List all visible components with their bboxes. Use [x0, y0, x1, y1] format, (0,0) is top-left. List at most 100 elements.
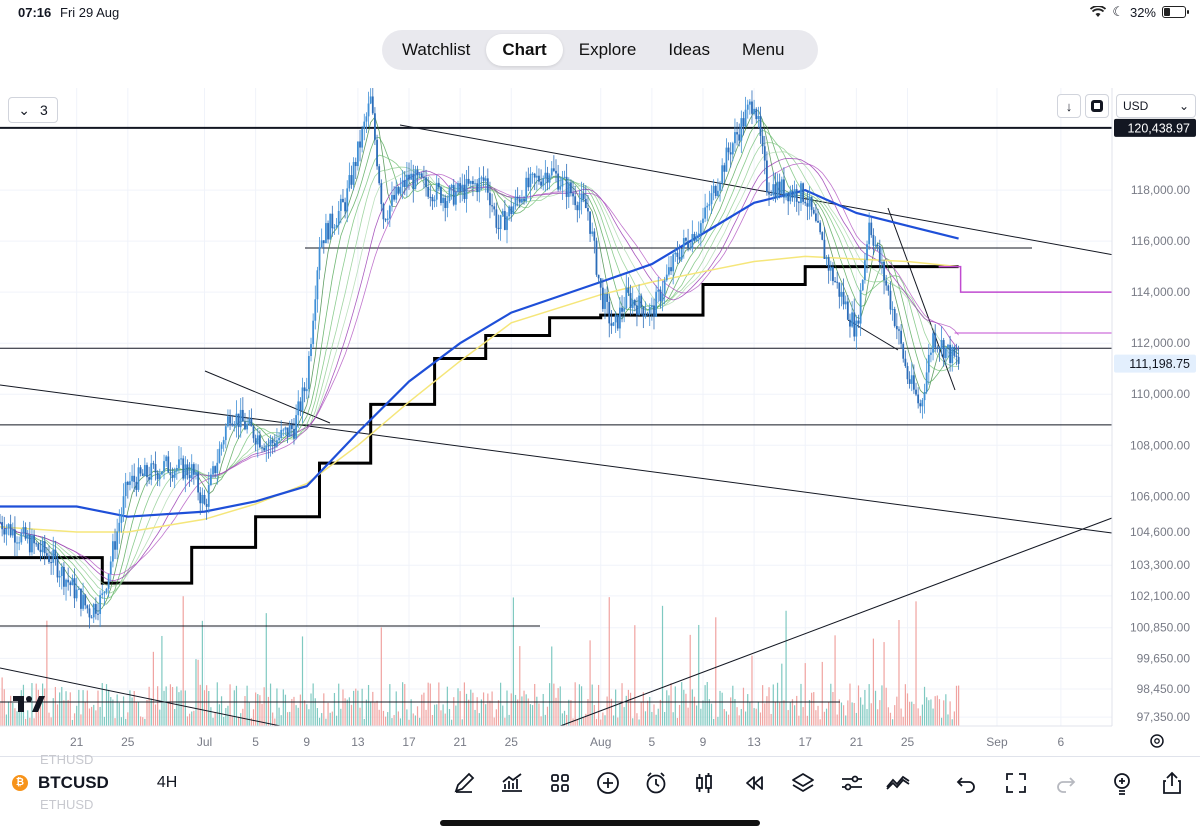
- candle: [75, 589, 78, 599]
- candle: [501, 211, 504, 216]
- candle: [734, 132, 736, 144]
- candle: [188, 475, 191, 479]
- volume-bar: [510, 693, 512, 726]
- candle: [616, 314, 619, 329]
- volume-bar: [293, 696, 295, 726]
- candle: [77, 588, 80, 590]
- price-tick-label: 98,450.00: [1137, 682, 1191, 696]
- candle: [817, 220, 819, 223]
- volume-bar: [289, 711, 291, 726]
- volume-bar: [267, 696, 270, 726]
- tab-chart[interactable]: Chart: [486, 34, 563, 66]
- tab-explore[interactable]: Explore: [563, 34, 653, 66]
- interval-selector[interactable]: 4H: [157, 774, 177, 792]
- volume-bar: [468, 699, 470, 726]
- candle: [851, 312, 854, 327]
- layout-grid-button[interactable]: [546, 769, 574, 797]
- add-circle-button[interactable]: [594, 769, 622, 797]
- volume-bar: [847, 700, 849, 726]
- indicators-button[interactable]: [498, 769, 526, 797]
- layers-button[interactable]: [789, 769, 817, 797]
- volume-bar: [248, 702, 250, 726]
- candle: [203, 494, 206, 504]
- redo-button[interactable]: [1052, 769, 1080, 797]
- undo-button[interactable]: [952, 769, 980, 797]
- compare-button[interactable]: [884, 769, 912, 797]
- alert-clock-button[interactable]: [642, 769, 670, 797]
- tab-ideas[interactable]: Ideas: [652, 34, 726, 66]
- candle: [478, 178, 481, 193]
- candle: [41, 541, 44, 553]
- currency-value: USD: [1123, 99, 1149, 113]
- volume-bar: [736, 707, 738, 726]
- candle: [384, 219, 387, 221]
- candle: [861, 279, 864, 291]
- trend-lines: [0, 124, 1126, 729]
- settings-sliders-icon: [842, 775, 862, 791]
- candle: [587, 208, 589, 212]
- volume-bar: [93, 704, 95, 726]
- auto-scale-button[interactable]: [1085, 94, 1109, 118]
- volume-bar: [50, 717, 52, 726]
- scroll-down-button[interactable]: ↓: [1057, 94, 1081, 118]
- candles-button[interactable]: [690, 769, 718, 797]
- volume-bar: [523, 690, 525, 726]
- candle: [608, 301, 611, 324]
- symbol-selector[interactable]: ₿ BTCUSD 4H: [12, 773, 177, 793]
- volume-bar: [655, 714, 657, 726]
- idea-bulb-button[interactable]: [1108, 769, 1136, 797]
- candle: [510, 206, 513, 215]
- candle: [925, 372, 928, 392]
- time-axis[interactable]: [0, 726, 1112, 756]
- candle: [150, 463, 153, 480]
- candle: [680, 248, 683, 260]
- chart-area[interactable]: 118,000.00 116,000.00 114,000.00 112,000.00…: [0, 88, 1200, 756]
- candle: [840, 291, 843, 297]
- price-tick-label: 100,850.00: [1130, 621, 1190, 635]
- candle: [708, 204, 711, 206]
- candle: [601, 287, 604, 309]
- candle: [416, 169, 419, 176]
- idea-bulb-icon: [1114, 773, 1130, 795]
- price-chart[interactable]: 118,000.00 116,000.00 114,000.00 112,000.00…: [0, 88, 1200, 756]
- volume-bar: [849, 683, 851, 726]
- candle: [625, 287, 628, 309]
- price-tick-label: 106,000.00: [1130, 489, 1190, 503]
- volume-bar: [540, 716, 542, 726]
- volume-bar: [393, 715, 395, 726]
- volume-bar: [188, 713, 191, 726]
- volume-bar: [668, 695, 670, 726]
- volume-bar: [872, 638, 875, 726]
- candle: [697, 233, 700, 237]
- candle: [552, 168, 555, 171]
- price-tick-label: 108,000.00: [1130, 438, 1190, 452]
- tab-watchlist[interactable]: Watchlist: [386, 34, 486, 66]
- drawing-pen-button[interactable]: [450, 769, 478, 797]
- replay-button[interactable]: [740, 769, 768, 797]
- tab-menu[interactable]: Menu: [726, 34, 801, 66]
- candle: [356, 141, 359, 167]
- candle: [97, 613, 99, 615]
- volume-bar: [853, 702, 855, 726]
- price-tick-label: 102,100.00: [1130, 589, 1190, 603]
- volume-bar: [163, 690, 165, 726]
- candle: [316, 270, 319, 300]
- volume-bar: [291, 698, 293, 726]
- candle: [827, 257, 830, 271]
- settings-sliders-button[interactable]: [838, 769, 866, 797]
- currency-select[interactable]: USD ⌄: [1116, 94, 1196, 118]
- candle: [280, 429, 283, 438]
- layout-toggle[interactable]: ⌄ 3: [8, 97, 58, 123]
- candle: [320, 240, 323, 248]
- candle: [736, 132, 738, 135]
- candle: [497, 227, 500, 230]
- candle: [376, 139, 378, 167]
- candle: [244, 421, 246, 430]
- candle: [591, 231, 594, 234]
- fullscreen-button[interactable]: [1002, 769, 1030, 797]
- candle: [548, 175, 551, 183]
- stop-line: [938, 265, 1112, 293]
- share-button[interactable]: [1158, 769, 1186, 797]
- volume-bar: [913, 703, 915, 726]
- volume-bar: [591, 684, 593, 726]
